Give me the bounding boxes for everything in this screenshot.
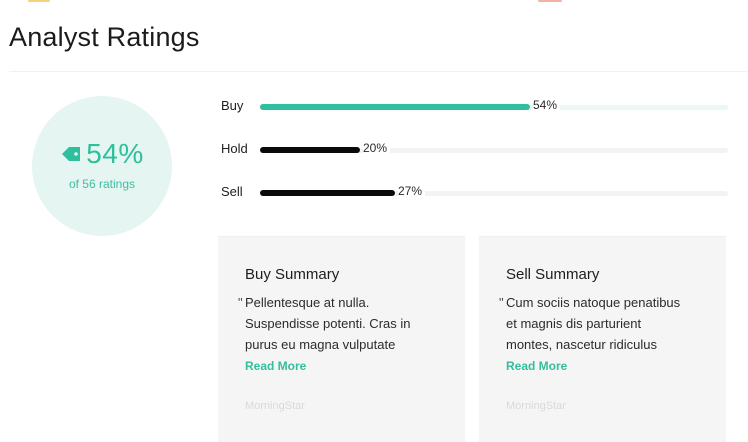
rating-bar-hold xyxy=(260,147,360,153)
quote-mark: " xyxy=(238,295,243,310)
quote-line: Pellentesque at nulla. xyxy=(245,295,370,310)
rating-label-hold: Hold xyxy=(221,141,248,156)
page-title: Analyst Ratings xyxy=(9,22,200,52)
top-accent-strip xyxy=(0,0,748,3)
read-more-link[interactable]: Read More xyxy=(506,359,567,373)
accent-mark-left xyxy=(28,0,50,2)
source-label: MorningStar xyxy=(506,400,566,412)
ratings-count: of 56 ratings xyxy=(68,177,136,191)
quote-line: montes, nascetur ridiculus xyxy=(506,337,658,352)
rating-label-buy: Buy xyxy=(221,98,244,113)
quote-mark: " xyxy=(499,295,504,310)
quote-line: et magnis dis parturient xyxy=(506,316,642,331)
rating-bar-buy xyxy=(260,104,530,110)
rating-row-sell: Sell 27% xyxy=(220,183,728,203)
accent-mark-right xyxy=(538,0,562,2)
rating-summary-circle: 54% of 56 ratings xyxy=(32,96,172,236)
buy-percentage: 54% xyxy=(86,138,144,169)
source-label: MorningStar xyxy=(245,400,305,412)
rating-row-buy: Buy 54% xyxy=(220,97,728,117)
card-title: Sell Summary xyxy=(506,266,600,283)
card-quote: " Pellentesque at nulla. Suspendisse pote… xyxy=(238,292,453,355)
rating-label-sell: Sell xyxy=(221,184,243,199)
rating-summary-row: 54% xyxy=(32,138,172,170)
rating-row-hold: Hold 20% xyxy=(220,140,728,160)
rating-percent-sell: 27% xyxy=(398,184,426,198)
read-more-link[interactable]: Read More xyxy=(245,359,306,373)
sell-summary-card: Sell Summary " Cum sociis natoque penatib… xyxy=(479,236,726,442)
quote-line: Cum sociis natoque penatibus xyxy=(506,295,681,310)
card-title: Buy Summary xyxy=(245,266,340,283)
rating-percent-hold: 20% xyxy=(363,141,391,155)
rating-percent-buy: 54% xyxy=(533,98,561,112)
buy-summary-card: Buy Summary " Pellentesque at nulla. Susp… xyxy=(218,236,465,442)
card-quote: " Cum sociis natoque penatibus et magnis … xyxy=(499,292,714,355)
rating-bar-sell xyxy=(260,190,395,196)
title-divider xyxy=(9,71,748,72)
quote-line: Suspendisse potenti. Cras in xyxy=(245,316,411,331)
tag-icon xyxy=(60,145,82,163)
quote-line: purus eu magna vulputate xyxy=(245,337,396,352)
